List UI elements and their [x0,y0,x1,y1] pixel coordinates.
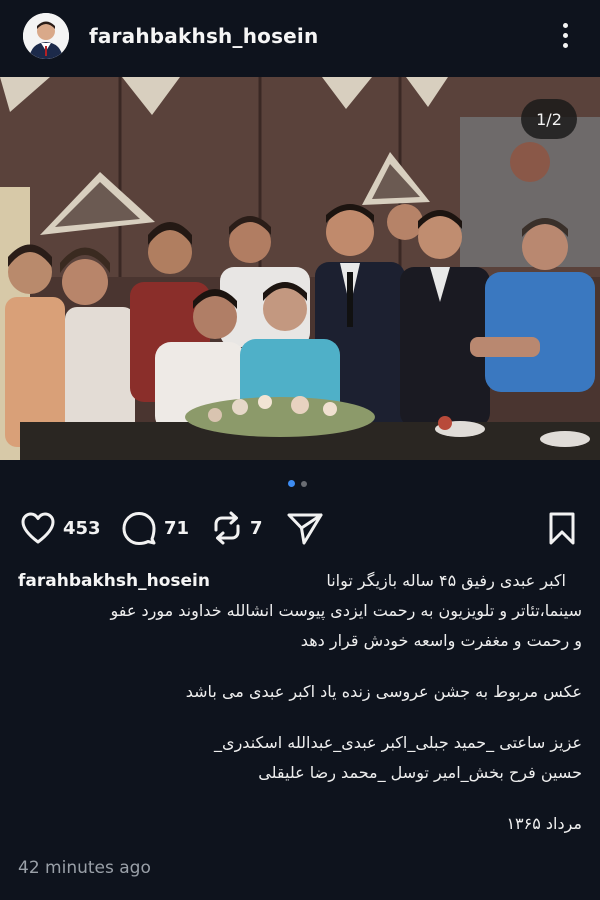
header-username[interactable]: farahbakhsh_hosein [89,24,318,48]
comment-button[interactable]: 71 [121,505,189,551]
caption-line: حسین فرح بخش_امیر توسل _محمد رضا علیقلی [258,763,582,782]
share-button[interactable] [285,505,325,551]
comment-icon [122,512,156,545]
post-timestamp: 42 minutes ago [18,858,151,878]
caption-line: و رحمت و مغفرت واسعه خودش قرار دهد [300,631,582,650]
bookmark-icon [549,512,575,545]
repost-button[interactable]: 7 [211,505,263,551]
caption-line: اکبر عبدی رفیق ۴۵ ساله بازیگر توانا [326,571,566,590]
post-caption: اکبر عبدی رفیق ۴۵ ساله بازیگر توانا سینم… [18,566,583,839]
carousel-dot-active [288,480,295,487]
slide-counter: 1/2 [521,99,577,139]
more-options-icon[interactable] [552,20,578,52]
caption-line: سینما،تئاتر و تلویزیون به رحمت ایزدی پیو… [110,601,583,620]
heart-icon [21,512,55,544]
send-icon [287,513,323,545]
comment-count: 71 [164,517,190,539]
carousel-dot [301,481,307,487]
like-button[interactable]: 453 [20,505,101,551]
like-count: 453 [63,517,101,539]
repost-icon [214,511,240,545]
caption-line: عزیز ساعتی _حمید جبلی_اکبر عبدی_عبدالله … [214,733,582,752]
post-header: farahbakhsh_hosein [0,0,600,76]
repost-count: 7 [250,517,263,539]
profile-avatar[interactable] [23,13,69,59]
caption-line: عکس مربوط به جشن عروسی زنده یاد اکبر عبد… [185,682,582,701]
carousel-indicator [0,480,600,488]
post-actions: 453 71 7 [0,505,600,551]
caption-line: مرداد ۱۳۶۵ [506,814,582,833]
post-photo[interactable] [0,77,600,460]
save-button[interactable] [546,505,578,551]
